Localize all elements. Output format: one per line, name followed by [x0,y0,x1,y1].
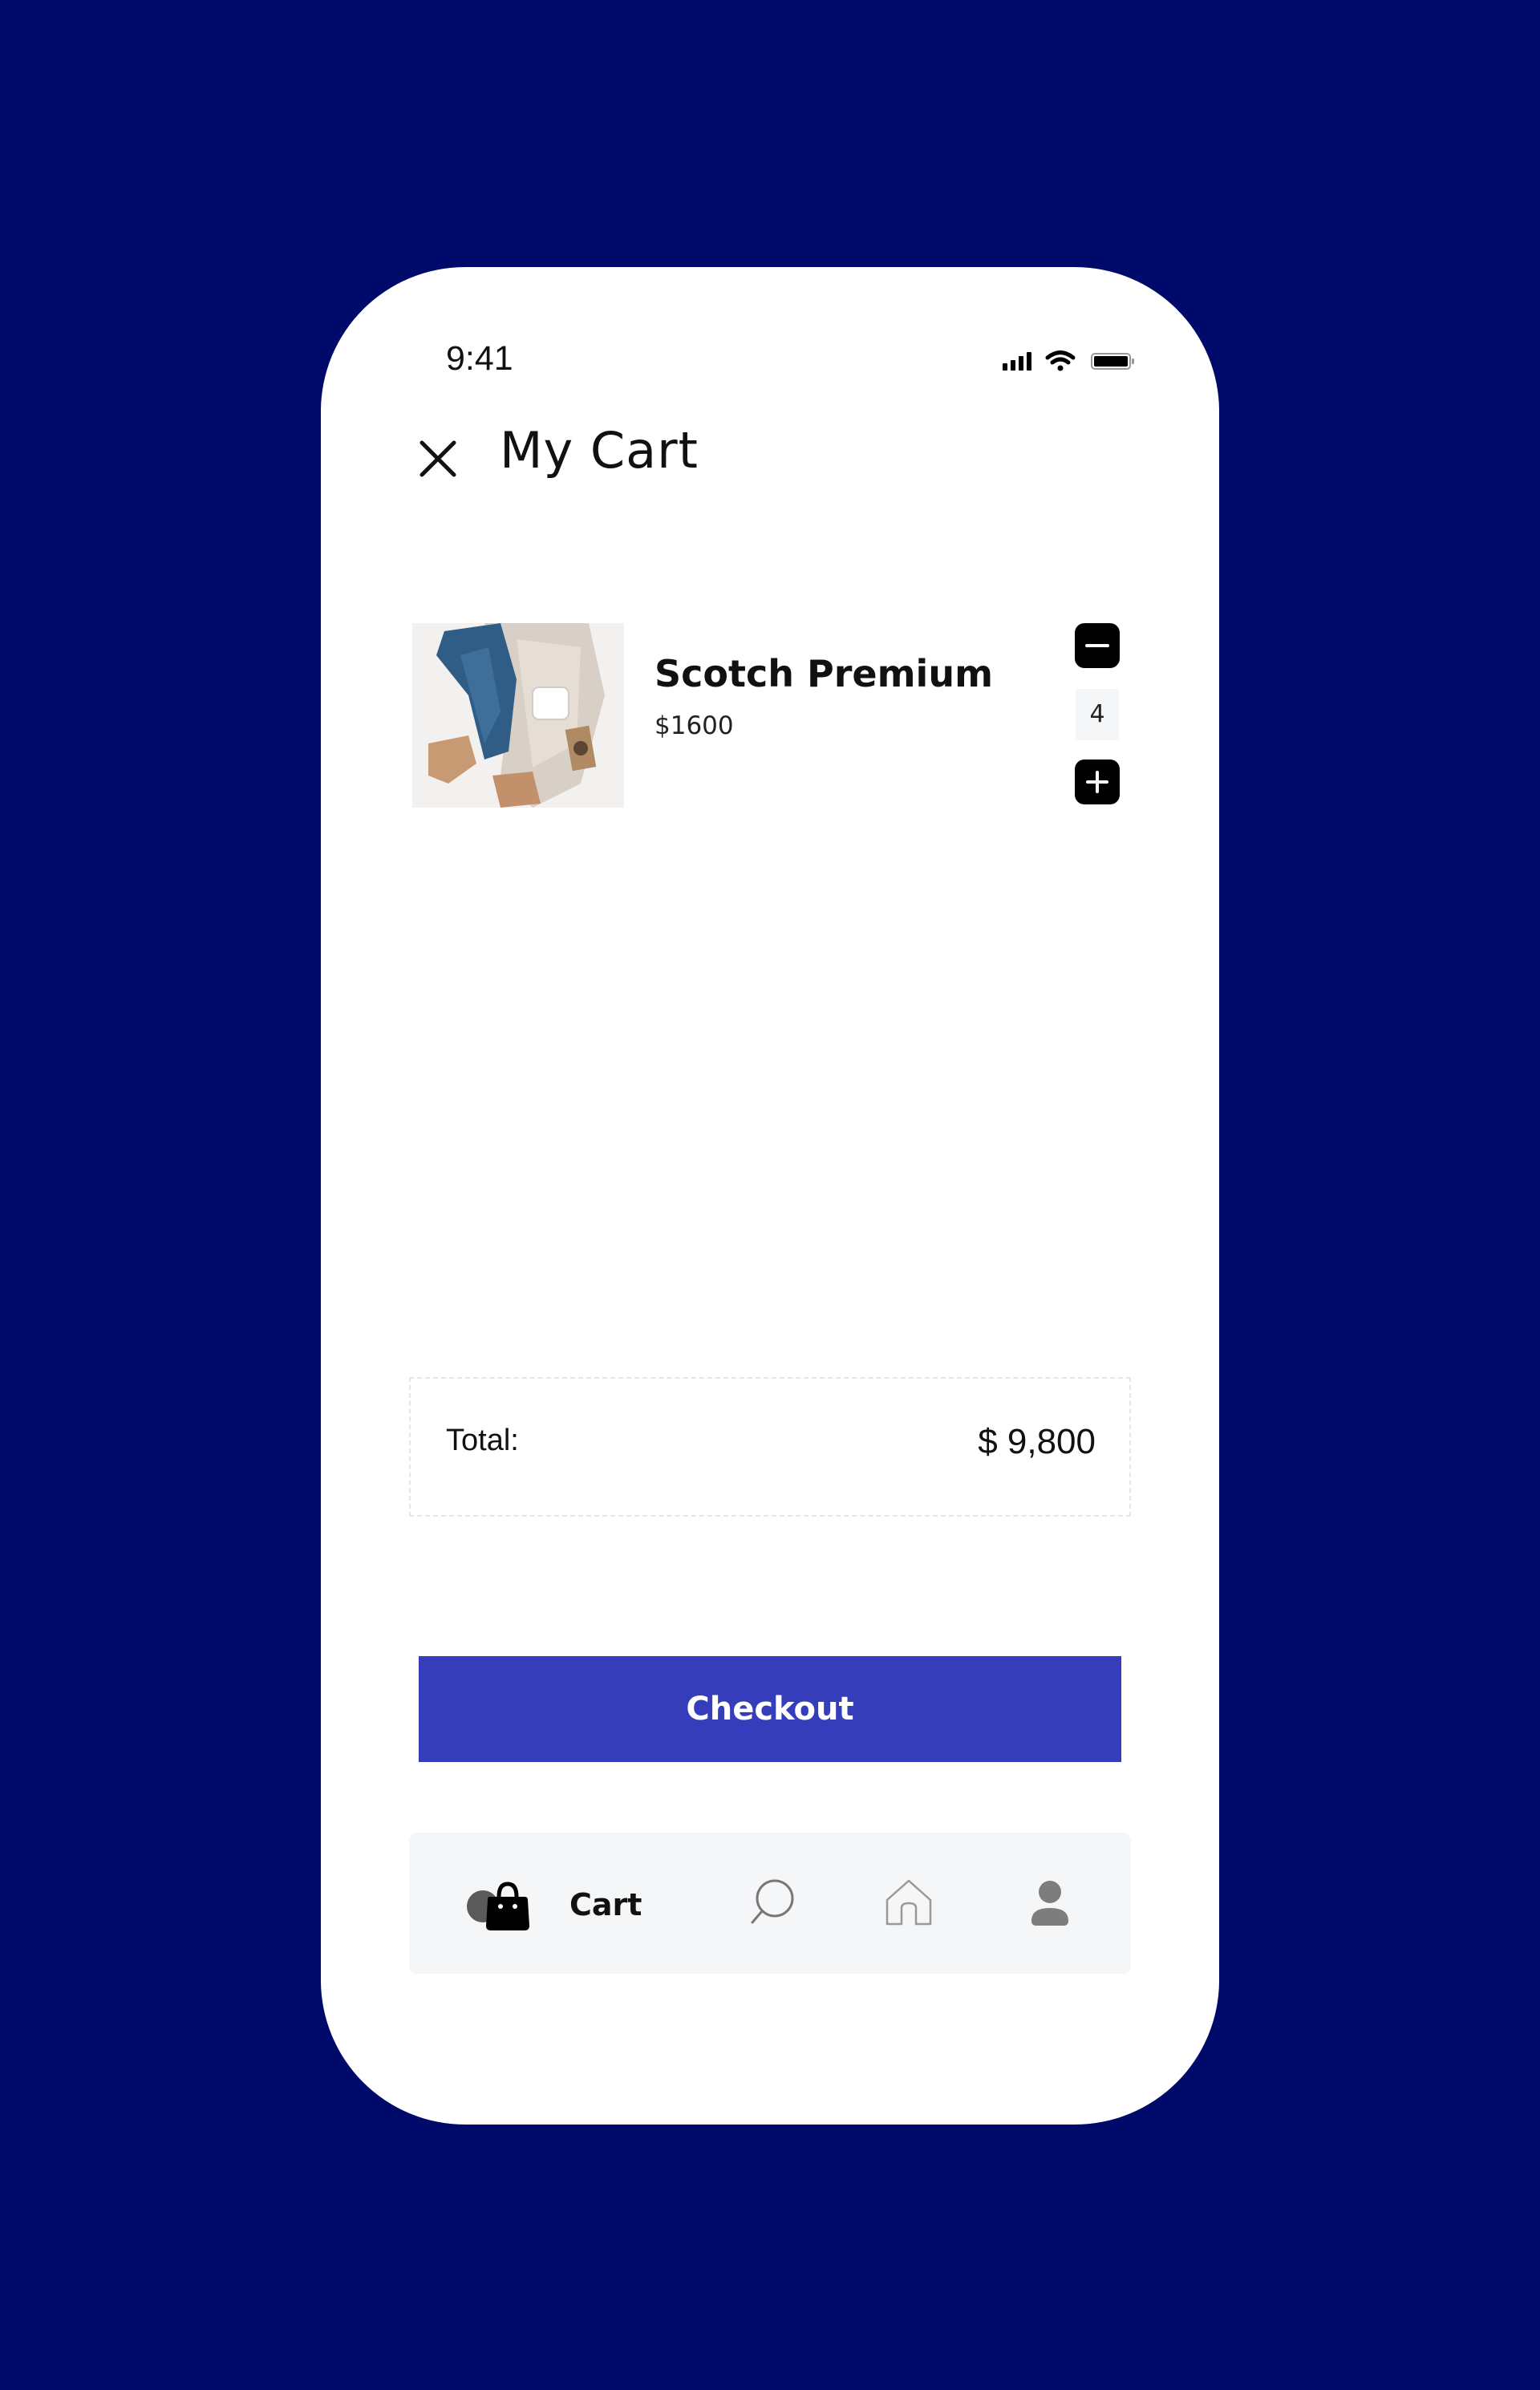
minus-icon [1085,644,1109,647]
item-price: $1600 [654,711,734,740]
status-icons [1003,349,1139,373]
close-button[interactable] [409,430,467,488]
nav-cart-label: Cart [569,1887,642,1922]
page-title: My Cart [500,421,699,480]
phone-screen: 9:41 My Cart Scotch Premium $1600 4 Tota… [321,267,1219,2125]
total-label: Total: [446,1424,519,1457]
total-value: $ 9,800 [978,1422,1096,1461]
search-icon [751,1879,794,1924]
plus-icon [1086,771,1108,793]
nav-item-home[interactable] [882,1876,935,1929]
nav-item-cart[interactable]: Cart [465,1878,658,1934]
quantity-value: 4 [1076,689,1119,740]
product-photo [412,623,624,808]
nav-item-profile[interactable] [1023,1876,1076,1929]
status-time: 9:41 [446,339,513,378]
battery-icon [1091,353,1134,370]
nav-item-search[interactable] [746,1876,799,1929]
home-icon [886,1879,932,1926]
total-summary: Total: $ 9,800 [409,1377,1131,1517]
profile-icon [1031,1881,1068,1926]
close-icon [419,440,456,477]
bottom-nav: Cart [409,1833,1131,1974]
item-name: Scotch Premium [654,652,993,695]
decrease-quantity-button[interactable] [1075,623,1120,668]
wifi-icon [1045,350,1076,371]
checkout-button[interactable]: Checkout [419,1656,1121,1762]
increase-quantity-button[interactable] [1075,760,1120,804]
product-thumbnail[interactable] [412,623,624,808]
cart-item: Scotch Premium $1600 4 [412,623,1134,816]
cart-bag-icon [467,1882,529,1930]
